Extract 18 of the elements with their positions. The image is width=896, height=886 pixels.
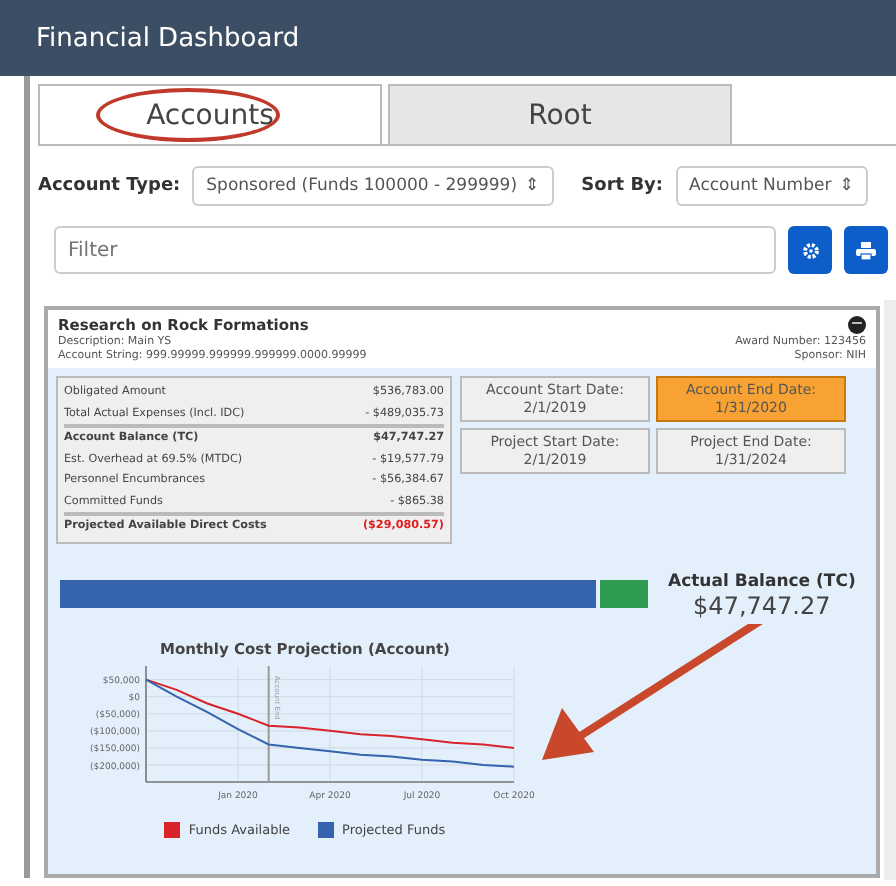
- tab[interactable]: Accounts: [38, 84, 382, 144]
- select-arrows-icon: ⇕: [839, 176, 854, 196]
- balance-value: $47,747.27: [693, 591, 831, 619]
- sort-select[interactable]: Account Number ⇕: [675, 166, 868, 206]
- printer-icon: [856, 241, 876, 259]
- settings-icon: [801, 241, 819, 259]
- filter-field[interactable]: Filter: [54, 226, 776, 274]
- print-button[interactable]: [844, 226, 888, 274]
- tab[interactable]: Root: [388, 84, 732, 144]
- collapse-button[interactable]: −: [848, 316, 866, 334]
- field-label: Sort By:: [581, 176, 664, 196]
- select-arrows-icon: ⇕: [525, 176, 540, 196]
- balance-label: Actual Balance (TC): [668, 571, 856, 591]
- account-type-select[interactable]: Sponsored (Funds 100000 - 299999) ⇕: [192, 166, 554, 206]
- settings-button[interactable]: [788, 226, 832, 274]
- marker-line: [266, 664, 269, 782]
- window-title: Financial Dashboard: [0, 0, 896, 76]
- field-label: Account Type:: [38, 176, 181, 196]
